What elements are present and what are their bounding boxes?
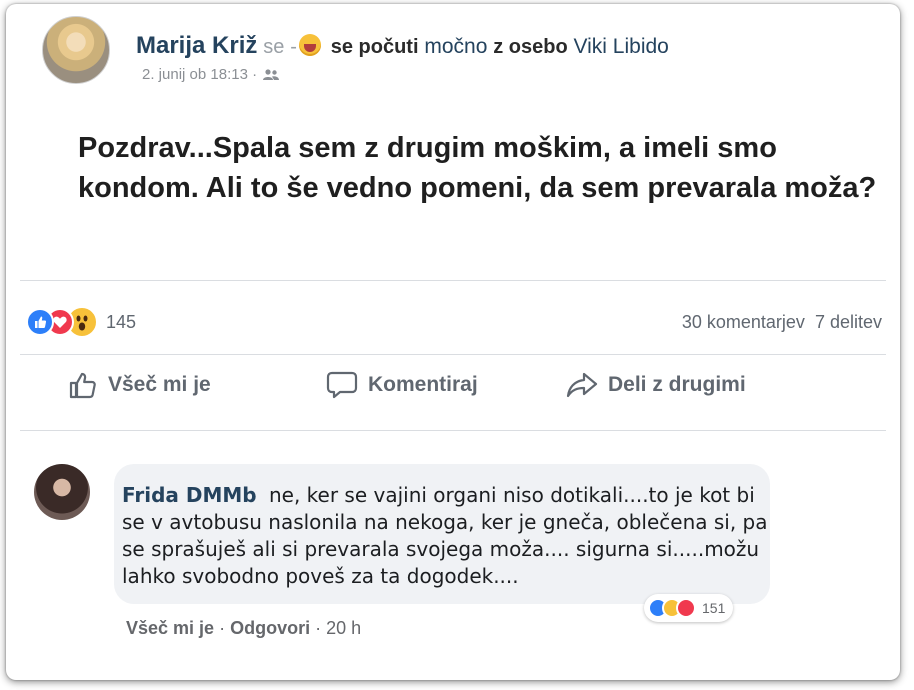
engagement-counts: 30 komentarjev 7 delitev [682, 312, 882, 333]
reaction-summary[interactable]: 145 [26, 306, 136, 338]
with-text: z osebo [493, 36, 568, 58]
feeling-word[interactable]: močno [424, 35, 487, 58]
post-card: Marija Križ se - se počuti močno z osebo… [6, 4, 900, 680]
comment-button[interactable]: Komentiraj [326, 370, 478, 400]
author-avatar[interactable] [42, 16, 110, 84]
comment-like-link[interactable]: Všeč mi je [126, 618, 214, 638]
post-meta: 2. junij ob 18:13 · [142, 66, 280, 85]
comment-meta: Všeč mi je · Odgovori · 20 h [126, 618, 361, 639]
comment-reply-link[interactable]: Odgovori [230, 618, 310, 638]
love-reaction-icon [676, 598, 696, 618]
post-body: Pozdrav...Spala sem z drugim moškim, a i… [78, 132, 877, 204]
shares-count[interactable]: 7 delitev [815, 312, 882, 332]
meta-separator: · [219, 618, 226, 638]
share-button[interactable]: Deli z drugimi [566, 370, 746, 400]
comment-body: Frida DMMb ne, ker se vajini organi niso… [122, 482, 782, 590]
share-button-label: Deli z drugimi [608, 373, 746, 396]
feeling-text: se počuti [330, 36, 419, 58]
share-arrow-icon [566, 372, 598, 398]
commenter-avatar[interactable] [34, 464, 90, 520]
divider [20, 430, 886, 431]
post-date[interactable]: 2. junij ob 18:13 · [142, 66, 257, 83]
divider [20, 354, 886, 355]
comments-count[interactable]: 30 komentarjev [682, 312, 805, 332]
divider [20, 280, 886, 281]
like-button-label: Všeč mi je [108, 373, 211, 396]
feeling-prefix: se [263, 36, 285, 58]
reaction-count: 145 [106, 311, 137, 332]
feeling-emoji-icon [298, 34, 321, 56]
like-reaction-icon [26, 308, 54, 336]
friends-icon[interactable] [263, 68, 280, 85]
commenter-name[interactable]: Frida DMMb [122, 483, 257, 507]
thumbs-up-icon [69, 372, 96, 399]
comment-time[interactable]: 20 h [326, 618, 361, 638]
meta-separator: · [315, 618, 322, 638]
author-name[interactable]: Marija Križ [136, 32, 257, 59]
speech-bubble-icon [326, 371, 358, 399]
comment-button-label: Komentiraj [368, 373, 478, 396]
comment-reaction-count: 151 [702, 600, 726, 616]
like-button[interactable]: Všeč mi je [68, 370, 211, 400]
post-header: Marija Križ se - se počuti močno z osebo… [136, 32, 669, 60]
action-bar: Všeč mi je Komentiraj Deli z drugimi [6, 370, 900, 414]
comment-reaction-summary[interactable]: 151 [644, 594, 734, 622]
feeling-separator: - [290, 36, 297, 58]
tagged-person[interactable]: Viki Libido [574, 35, 669, 58]
